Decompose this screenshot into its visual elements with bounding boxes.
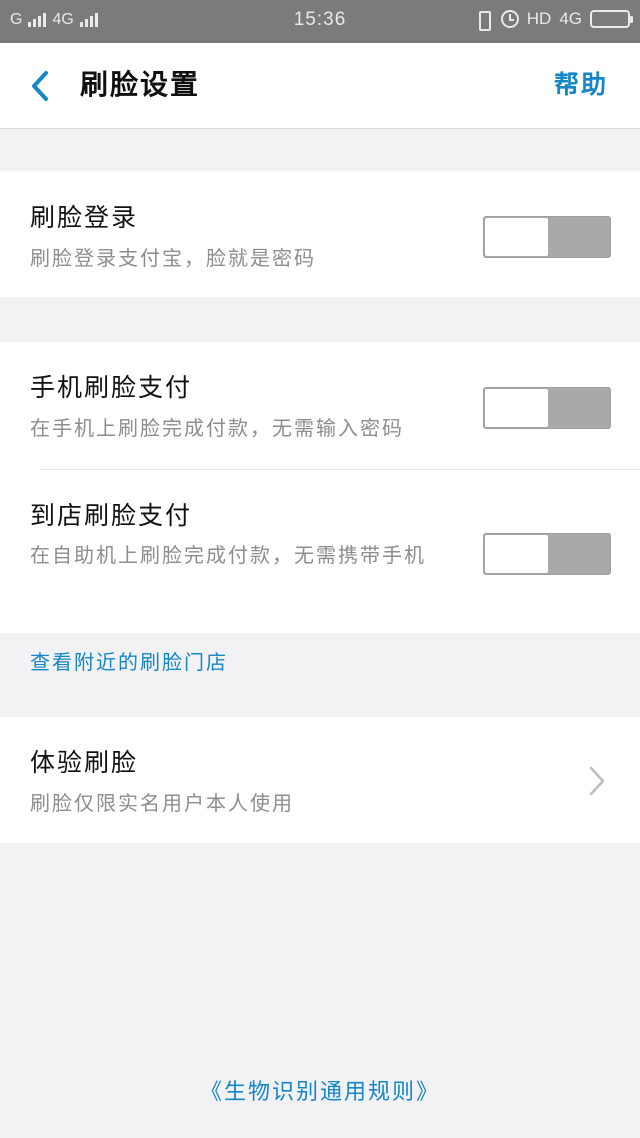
try-face-row[interactable]: 体验刷脸 刷脸仅限实名用户本人使用: [0, 717, 640, 843]
toggle-knob: [485, 535, 548, 573]
face-login-card: 刷脸登录 刷脸登录支付宝，脸就是密码: [0, 171, 640, 297]
store-pay-title: 到店刷脸支付: [30, 501, 193, 530]
store-pay-toggle[interactable]: [483, 533, 611, 575]
store-pay-row: 到店刷脸支付 在自助机上刷脸完成付款，无需携带手机: [0, 470, 640, 633]
nav-bar: 刷脸设置 帮助: [0, 43, 640, 129]
page-title: 刷脸设置: [80, 68, 201, 101]
alarm-icon: [500, 10, 519, 28]
store-pay-subtitle: 在自助机上刷脸完成付款，无需携带手机: [30, 543, 426, 567]
face-login-row: 刷脸登录 刷脸登录支付宝，脸就是密码: [0, 171, 640, 297]
hd-label: HD: [526, 9, 552, 28]
battery-icon: [590, 10, 633, 28]
face-login-subtitle: 刷脸登录支付宝，脸就是密码: [30, 246, 316, 270]
try-face-card[interactable]: 体验刷脸 刷脸仅限实名用户本人使用: [0, 717, 640, 843]
try-face-title: 体验刷脸: [30, 748, 139, 777]
status-bar: G 4G 15:36 HD 4G: [0, 0, 640, 43]
vibrate-icon: [473, 10, 493, 31]
phone-pay-subtitle: 在手机上刷脸完成付款，无需输入密码: [30, 416, 404, 440]
status-right: HD 4G: [473, 9, 633, 31]
face-login-toggle[interactable]: [483, 216, 611, 258]
phone-pay-row: 手机刷脸支付 在手机上刷脸完成付款，无需输入密码: [0, 342, 640, 469]
face-pay-card: 手机刷脸支付 在手机上刷脸完成付款，无需输入密码 到店刷脸支付 在自助机上刷脸完…: [0, 342, 640, 633]
toggle-knob: [485, 218, 548, 256]
phone-pay-title: 手机刷脸支付: [30, 373, 193, 402]
face-login-title: 刷脸登录: [30, 203, 139, 232]
toggle-knob: [485, 389, 548, 427]
network-right-label: 4G: [559, 9, 582, 28]
back-icon[interactable]: [26, 67, 56, 105]
biometric-rules-link[interactable]: 《生物识别通用规则》: [0, 1074, 640, 1106]
try-face-subtitle: 刷脸仅限实名用户本人使用: [30, 791, 294, 815]
phone-pay-toggle[interactable]: [483, 387, 611, 429]
chevron-right-icon: [589, 766, 605, 796]
nearby-stores-link[interactable]: 查看附近的刷脸门店: [30, 646, 228, 675]
help-button[interactable]: 帮助: [554, 65, 608, 101]
